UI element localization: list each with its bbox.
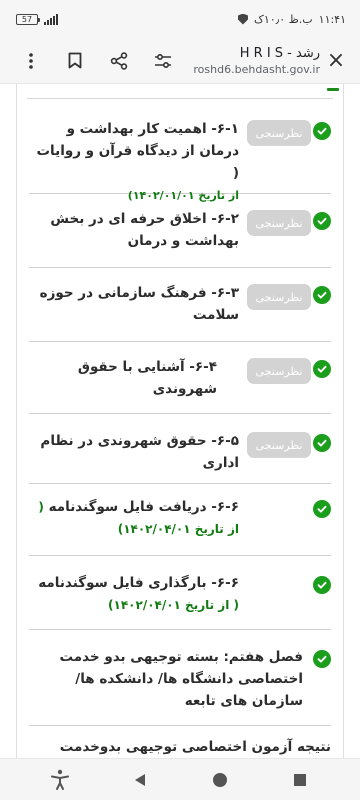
- lesson-title[interactable]: فصل هفتم: بسته توجیهی بدو خدمت اختصاصی د…: [29, 646, 303, 712]
- status-ampm: ب.ظ ۱۰٫۰ک: [253, 12, 313, 26]
- signal-icon: [44, 13, 58, 25]
- lesson-title[interactable]: ۶-۲- اخلاق حرفه ای در بخش بهداشت و درمان: [29, 208, 239, 252]
- browser-toolbar: رشد - H R I S roshd6.behdasht.gov.ir ×: [0, 38, 360, 84]
- partial-date-text: [327, 86, 339, 94]
- bookmark-icon[interactable]: [66, 52, 84, 70]
- survey-button[interactable]: نظرسنجی: [247, 284, 311, 310]
- shield-icon: [237, 13, 248, 25]
- lesson-row[interactable]: فصل هفتم: بسته توجیهی بدو خدمت اختصاصی د…: [29, 630, 331, 726]
- lesson-row[interactable]: نظرسنجی ۶-۵- حقوق شهروندی در نظام اداری: [29, 414, 331, 484]
- accessibility-icon[interactable]: [48, 768, 72, 792]
- site-settings-icon[interactable]: [154, 52, 172, 70]
- status-left: 57: [16, 13, 58, 25]
- battery-icon: 57: [16, 13, 40, 25]
- browser-actions: [22, 51, 172, 70]
- lesson-title[interactable]: ۶-۶- دریافت فایل سوگندنامه ( از تاریخ ۱۴…: [29, 496, 239, 540]
- lesson-row[interactable]: نتیجه آزمون اختصاصی توجیهی بدوخدمت: [29, 726, 331, 758]
- completed-check-icon: [313, 650, 331, 668]
- close-icon[interactable]: ×: [326, 49, 346, 72]
- lesson-label: ۶-۱- اهمیت کار بهداشت و درمان از دیدگاه …: [36, 121, 239, 181]
- system-nav-bar: [0, 758, 360, 800]
- survey-button[interactable]: نظرسنجی: [247, 432, 311, 458]
- lesson-title[interactable]: ۶-۳- فرهنگ سازمانی در حوزه سلامت: [29, 282, 239, 326]
- completed-check-icon: [313, 576, 331, 594]
- status-time: ۱۱:۴۱: [318, 12, 346, 26]
- lesson-row[interactable]: ۶-۶- بارگذاری فایل سوگندنامه ( از تاریخ …: [29, 556, 331, 630]
- row-divider: [27, 98, 333, 99]
- completed-check-icon: [313, 500, 331, 518]
- completed-check-icon: [313, 212, 331, 230]
- battery-level: 57: [21, 14, 33, 24]
- lessons-panel: نظرسنجی ۶-۱- اهمیت کار بهداشت و درمان از…: [16, 84, 344, 758]
- completed-check-icon: [313, 286, 331, 304]
- recents-icon[interactable]: [288, 768, 312, 792]
- lesson-row[interactable]: نظرسنجی ۶-۴- آشنایی با حقوق شهروندی: [29, 342, 331, 414]
- share-icon[interactable]: [110, 51, 128, 70]
- completed-check-icon: [313, 122, 331, 140]
- lesson-title[interactable]: ۶-۴- آشنایی با حقوق شهروندی: [29, 356, 239, 400]
- site-info: رشد - H R I S roshd6.behdasht.gov.ir: [172, 46, 326, 76]
- lesson-row[interactable]: نظرسنجی ۶-۱- اهمیت کار بهداشت و درمان از…: [29, 118, 331, 202]
- survey-button[interactable]: نظرسنجی: [247, 120, 311, 146]
- completed-check-icon: [313, 360, 331, 378]
- more-options-icon[interactable]: [22, 52, 40, 70]
- lesson-row[interactable]: نظرسنجی ۶-۲- اخلاق حرفه ای در بخش بهداشت…: [29, 194, 331, 268]
- lesson-title[interactable]: ۶-۵- حقوق شهروندی در نظام اداری: [29, 430, 239, 474]
- page-title: رشد - H R I S: [239, 45, 320, 61]
- lesson-label: ۶-۶- بارگذاری فایل سوگندنامه: [38, 575, 239, 591]
- course-content: نظرسنجی ۶-۱- اهمیت کار بهداشت و درمان از…: [0, 84, 360, 758]
- status-right: ب.ظ ۱۰٫۰ک ۱۱:۴۱: [237, 12, 346, 26]
- home-icon[interactable]: [208, 768, 232, 792]
- lesson-title[interactable]: ۶-۶- بارگذاری فایل سوگندنامه ( از تاریخ …: [29, 572, 239, 616]
- page-url: roshd6.behdasht.gov.ir: [193, 62, 320, 76]
- lesson-row[interactable]: نظرسنجی ۶-۳- فرهنگ سازمانی در حوزه سلامت: [29, 268, 331, 342]
- back-icon[interactable]: [128, 768, 152, 792]
- lesson-row[interactable]: ۶-۶- دریافت فایل سوگندنامه ( از تاریخ ۱۴…: [29, 484, 331, 556]
- lesson-date: ( از تاریخ ۱۴۰۲/۰۴/۰۱): [108, 598, 239, 612]
- status-bar: 57 ب.ظ ۱۰٫۰ک ۱۱:۴۱: [0, 0, 360, 38]
- completed-check-icon: [313, 434, 331, 452]
- survey-button[interactable]: نظرسنجی: [247, 210, 311, 236]
- lesson-title[interactable]: نتیجه آزمون اختصاصی توجیهی بدوخدمت: [29, 736, 331, 758]
- lesson-label: ۶-۶- دریافت فایل سوگندنامه: [48, 499, 239, 515]
- survey-button[interactable]: نظرسنجی: [247, 358, 311, 384]
